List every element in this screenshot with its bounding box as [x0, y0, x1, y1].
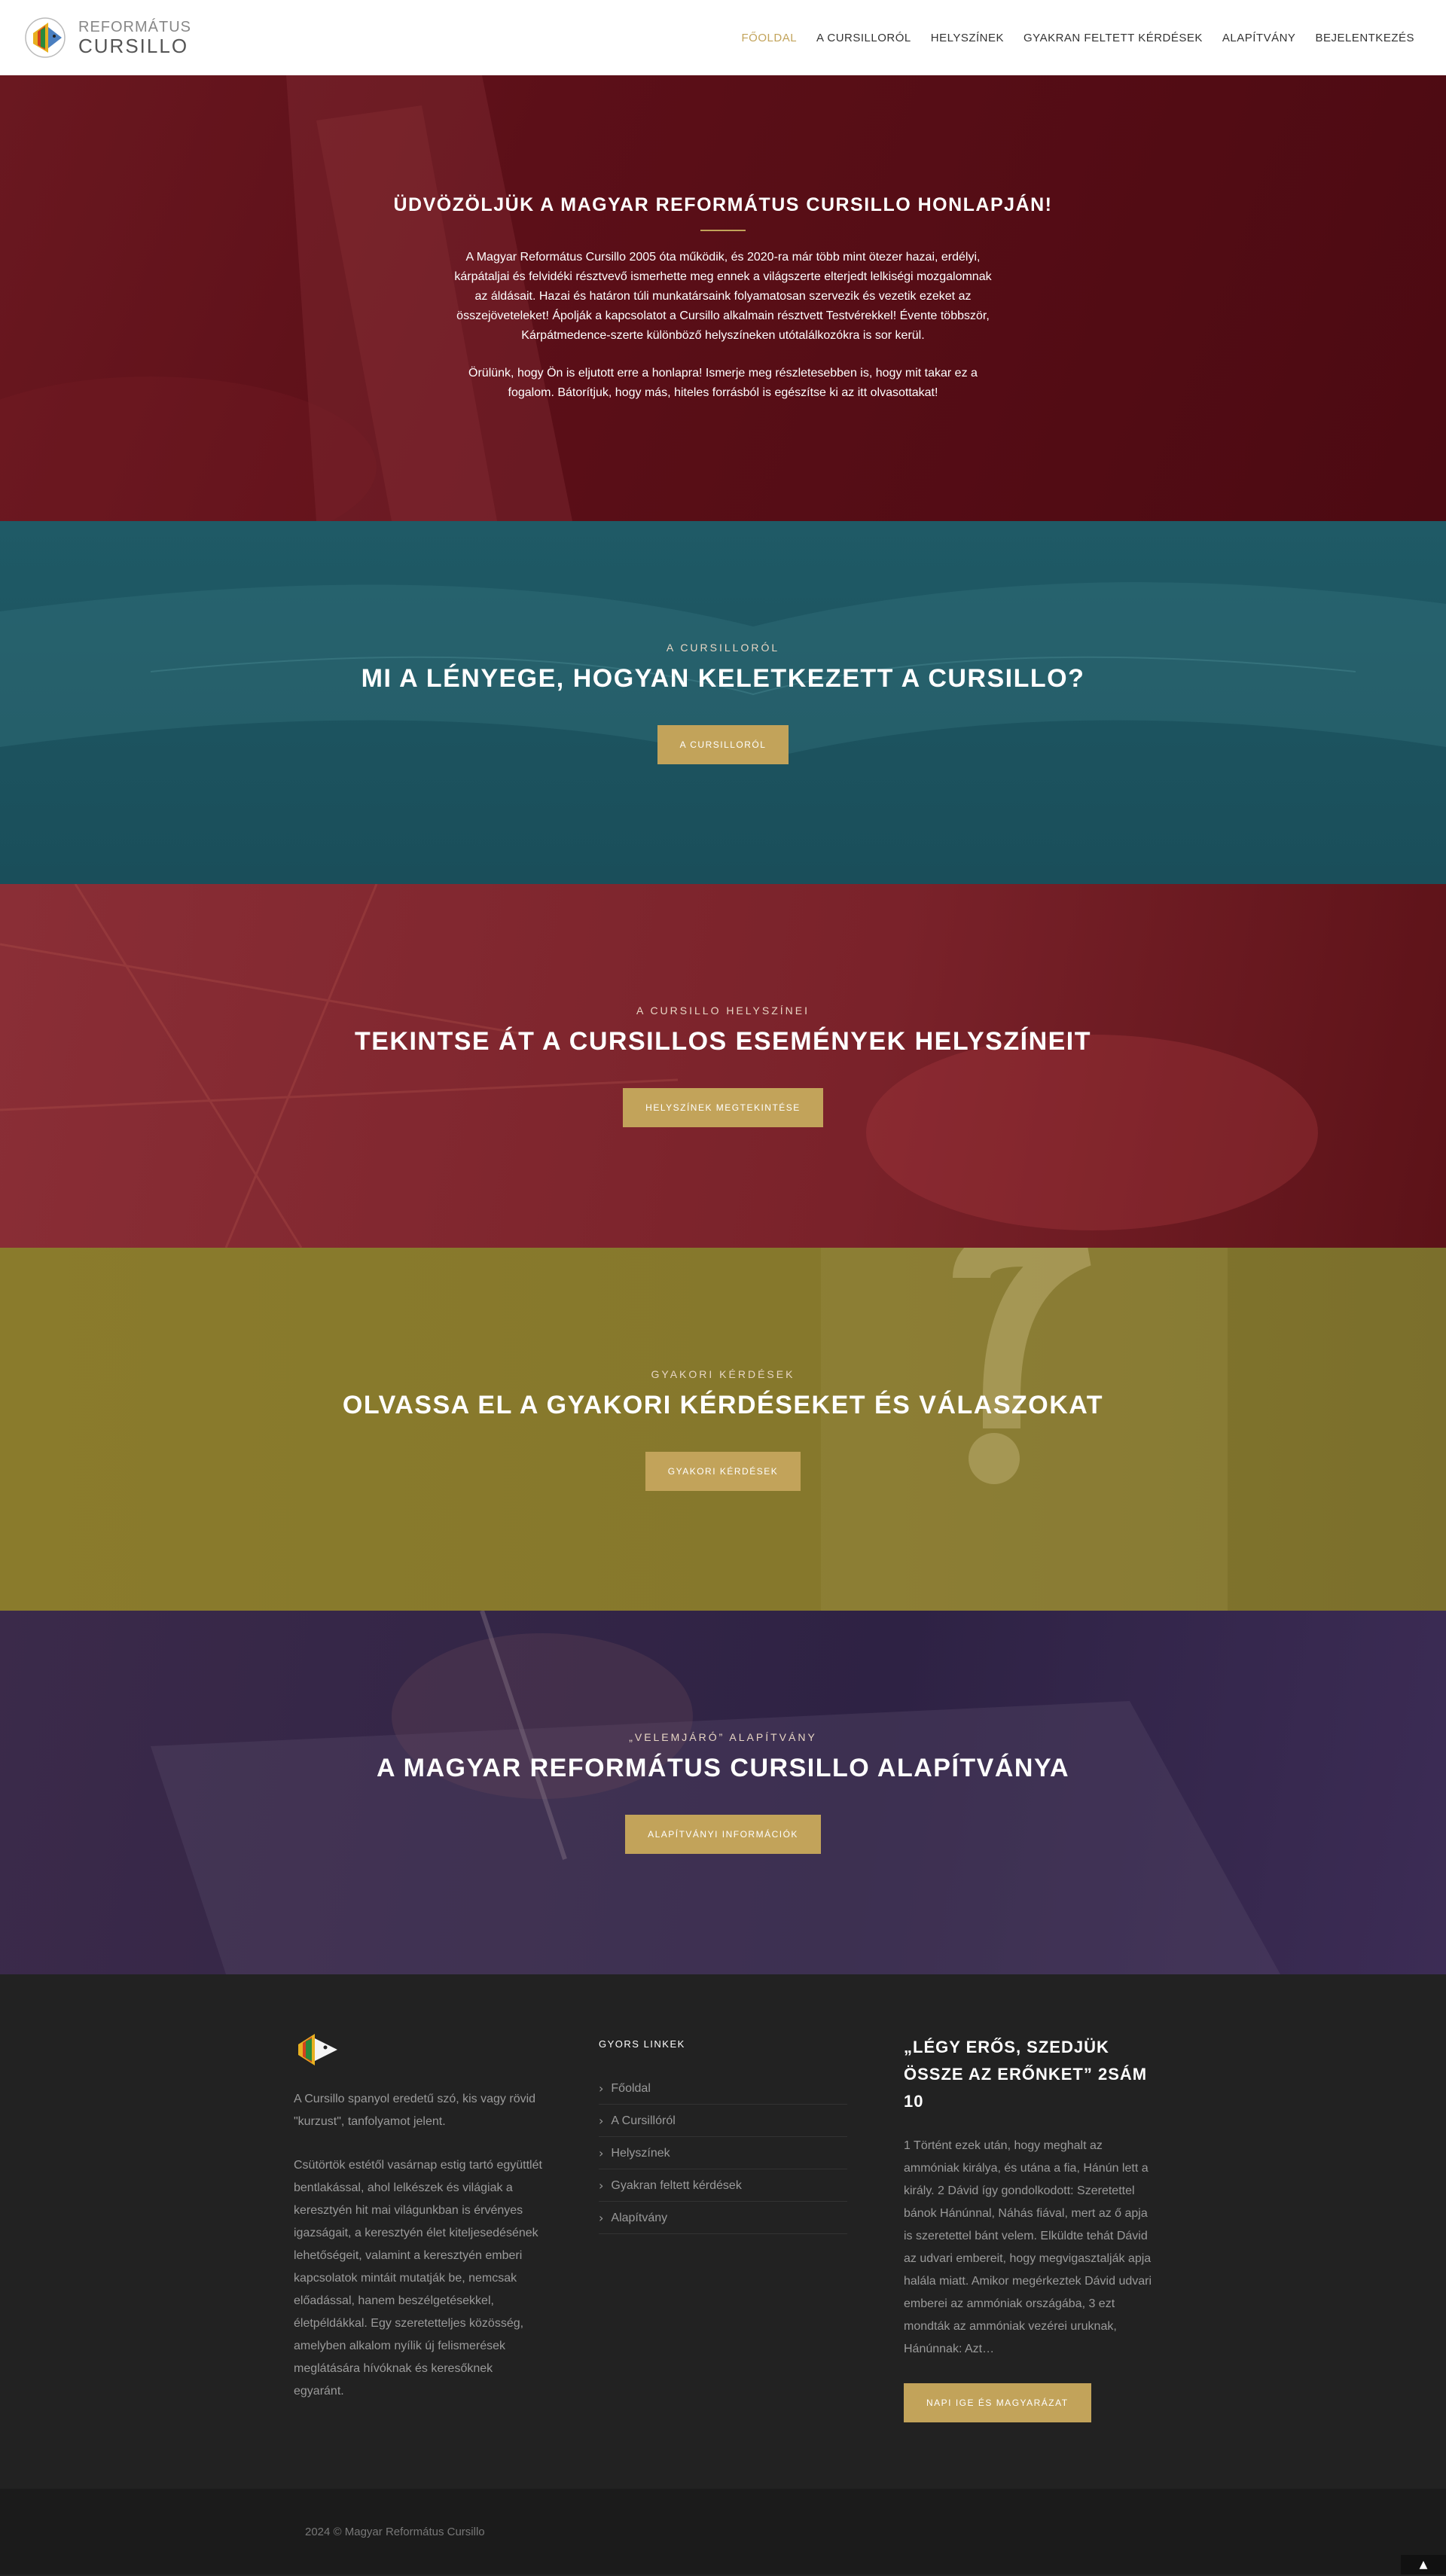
nav-locations[interactable]: HELYSZÍNEK [931, 32, 1004, 44]
foundation-section: „VELEMJÁRÓ” ALAPÍTVÁNY A MAGYAR REFORMÁT… [0, 1611, 1446, 1974]
logo-top-text: REFORMÁTUS [78, 19, 191, 35]
faq-kicker: GYAKORI KÉRDÉSEK [651, 1367, 795, 1380]
about-cursillo-section: A CURSILLORÓL MI A LÉNYEGE, HOGYAN KELET… [0, 521, 1446, 884]
faq-headline: OLVASSA EL A GYAKORI KÉRDÉSEKET ÉS VÁLAS… [342, 1390, 1104, 1419]
footer-links-column: GYORS LINKEK › Főoldal › A Cursillóról › He… [599, 2031, 847, 2422]
quick-links-title: GYORS LINKEK [599, 2038, 685, 2050]
quick-link-item: › Főoldal [599, 2072, 847, 2105]
copyright-text: 2024 © Magyar Református Cursillo [305, 2525, 485, 2538]
nav-about-cursillo[interactable]: A CURSILLORÓL [816, 32, 911, 44]
nav-login[interactable]: BEJELENTKEZÉS [1315, 32, 1414, 44]
quick-link-locations[interactable]: Helyszínek [611, 2147, 670, 2160]
main-nav: FŐOLDAL A CURSILLORÓL HELYSZÍNEK GYAKRAN… [742, 32, 1414, 44]
quick-links-list: › Főoldal › A Cursillóról › Helyszínek › Gya… [599, 2072, 847, 2234]
nav-faq[interactable]: GYAKRAN FELTETT KÉRDÉSEK [1023, 32, 1203, 44]
nav-home[interactable]: FŐOLDAL [742, 32, 798, 44]
chevron-up-icon[interactable]: ▲ [1401, 2555, 1446, 2574]
footer-verse-column: „LÉGY ERŐS, SZEDJÜK ÖSSZE AZ ERŐNKET” 2S… [904, 2031, 1152, 2422]
faq-button[interactable]: GYAKORI KÉRDÉSEK [645, 1451, 801, 1491]
footer-fish-logo-icon [294, 2031, 340, 2068]
fish-logo-icon [23, 17, 69, 59]
quick-link-foundation[interactable]: Alapítvány [611, 2212, 667, 2225]
footer-about-column: A Cursillo spanyol eredetű szó, kis vagy… [294, 2031, 542, 2422]
foundation-kicker: „VELEMJÁRÓ” ALAPÍTVÁNY [629, 1731, 817, 1743]
site-footer: A Cursillo spanyol eredetű szó, kis vagy… [0, 1974, 1446, 2489]
chevron-right-icon: › [599, 2081, 604, 2096]
nav-foundation[interactable]: ALAPÍTVÁNY [1222, 32, 1296, 44]
site-header: REFORMÁTUS CURSILLO FŐOLDAL A CURSILLORÓ… [0, 0, 1446, 75]
chevron-right-icon: › [599, 2146, 604, 2160]
about-headline: MI A LÉNYEGE, HOGYAN KELETKEZETT A CURSI… [361, 663, 1085, 693]
faq-section: GYAKORI KÉRDÉSEK OLVASSA EL A GYAKORI KÉ… [0, 1248, 1446, 1611]
logo-bottom-text: CURSILLO [78, 35, 189, 57]
daily-verse-button[interactable]: NAPI IGE ÉS MAGYARÁZAT [904, 2383, 1091, 2422]
about-kicker: A CURSILLORÓL [666, 641, 780, 654]
quick-link-item: › Gyakran feltett kérdések [599, 2169, 847, 2202]
quick-link-item: › Alapítvány [599, 2202, 847, 2234]
site-logo[interactable]: REFORMÁTUS CURSILLO [23, 17, 191, 59]
quick-link-about[interactable]: A Cursillóról [611, 2114, 675, 2128]
hero-section: ÜDVÖZÖLJÜK A MAGYAR REFORMÁTUS CURSILLO … [0, 75, 1446, 521]
foundation-button[interactable]: ALAPÍTVÁNYI INFORMÁCIÓK [625, 1815, 821, 1854]
locations-button[interactable]: HELYSZÍNEK MEGTEKINTÉSE [623, 1088, 823, 1127]
locations-kicker: A CURSILLO HELYSZÍNEI [636, 1004, 810, 1017]
verse-text: 1 Történt ezek után, hogy meghalt az amm… [904, 2139, 1152, 2355]
quick-link-faq[interactable]: Gyakran feltett kérdések [611, 2179, 741, 2193]
locations-section: A CURSILLO HELYSZÍNEI TEKINTSE ÁT A CURS… [0, 884, 1446, 1248]
locations-headline: TEKINTSE ÁT A CURSILLOS ESEMÉNYEK HELYSZ… [354, 1027, 1092, 1056]
bottom-bar: 2024 © Magyar Református Cursillo ▲ [0, 2489, 1446, 2574]
about-cursillo-button[interactable]: A CURSILLORÓL [657, 724, 789, 764]
hero-title: ÜDVÖZÖLJÜK A MAGYAR REFORMÁTUS CURSILLO … [393, 194, 1053, 215]
hero-paragraph-2: Örülünk, hogy Ön is eljutott erre a honl… [468, 366, 978, 399]
verse-title: „LÉGY ERŐS, SZEDJÜK ÖSSZE AZ ERŐNKET” 2S… [904, 2038, 1148, 2111]
chevron-right-icon: › [599, 2178, 604, 2193]
quick-link-item: › Helyszínek [599, 2137, 847, 2169]
quick-link-home[interactable]: Főoldal [611, 2082, 650, 2096]
chevron-right-icon: › [599, 2211, 604, 2225]
hero-divider [700, 229, 746, 231]
quick-link-item: › A Cursillóról [599, 2105, 847, 2137]
hero-paragraph-1: A Magyar Református Cursillo 2005 óta mű… [454, 250, 992, 342]
chevron-right-icon: › [599, 2114, 604, 2128]
footer-about-text-1: A Cursillo spanyol eredetű szó, kis vagy… [294, 2093, 536, 2128]
footer-about-text-2: Csütörtök estétől vasárnap estig tartó e… [294, 2159, 542, 2398]
foundation-headline: A MAGYAR REFORMÁTUS CURSILLO ALAPÍTVÁNYA [376, 1754, 1070, 1782]
